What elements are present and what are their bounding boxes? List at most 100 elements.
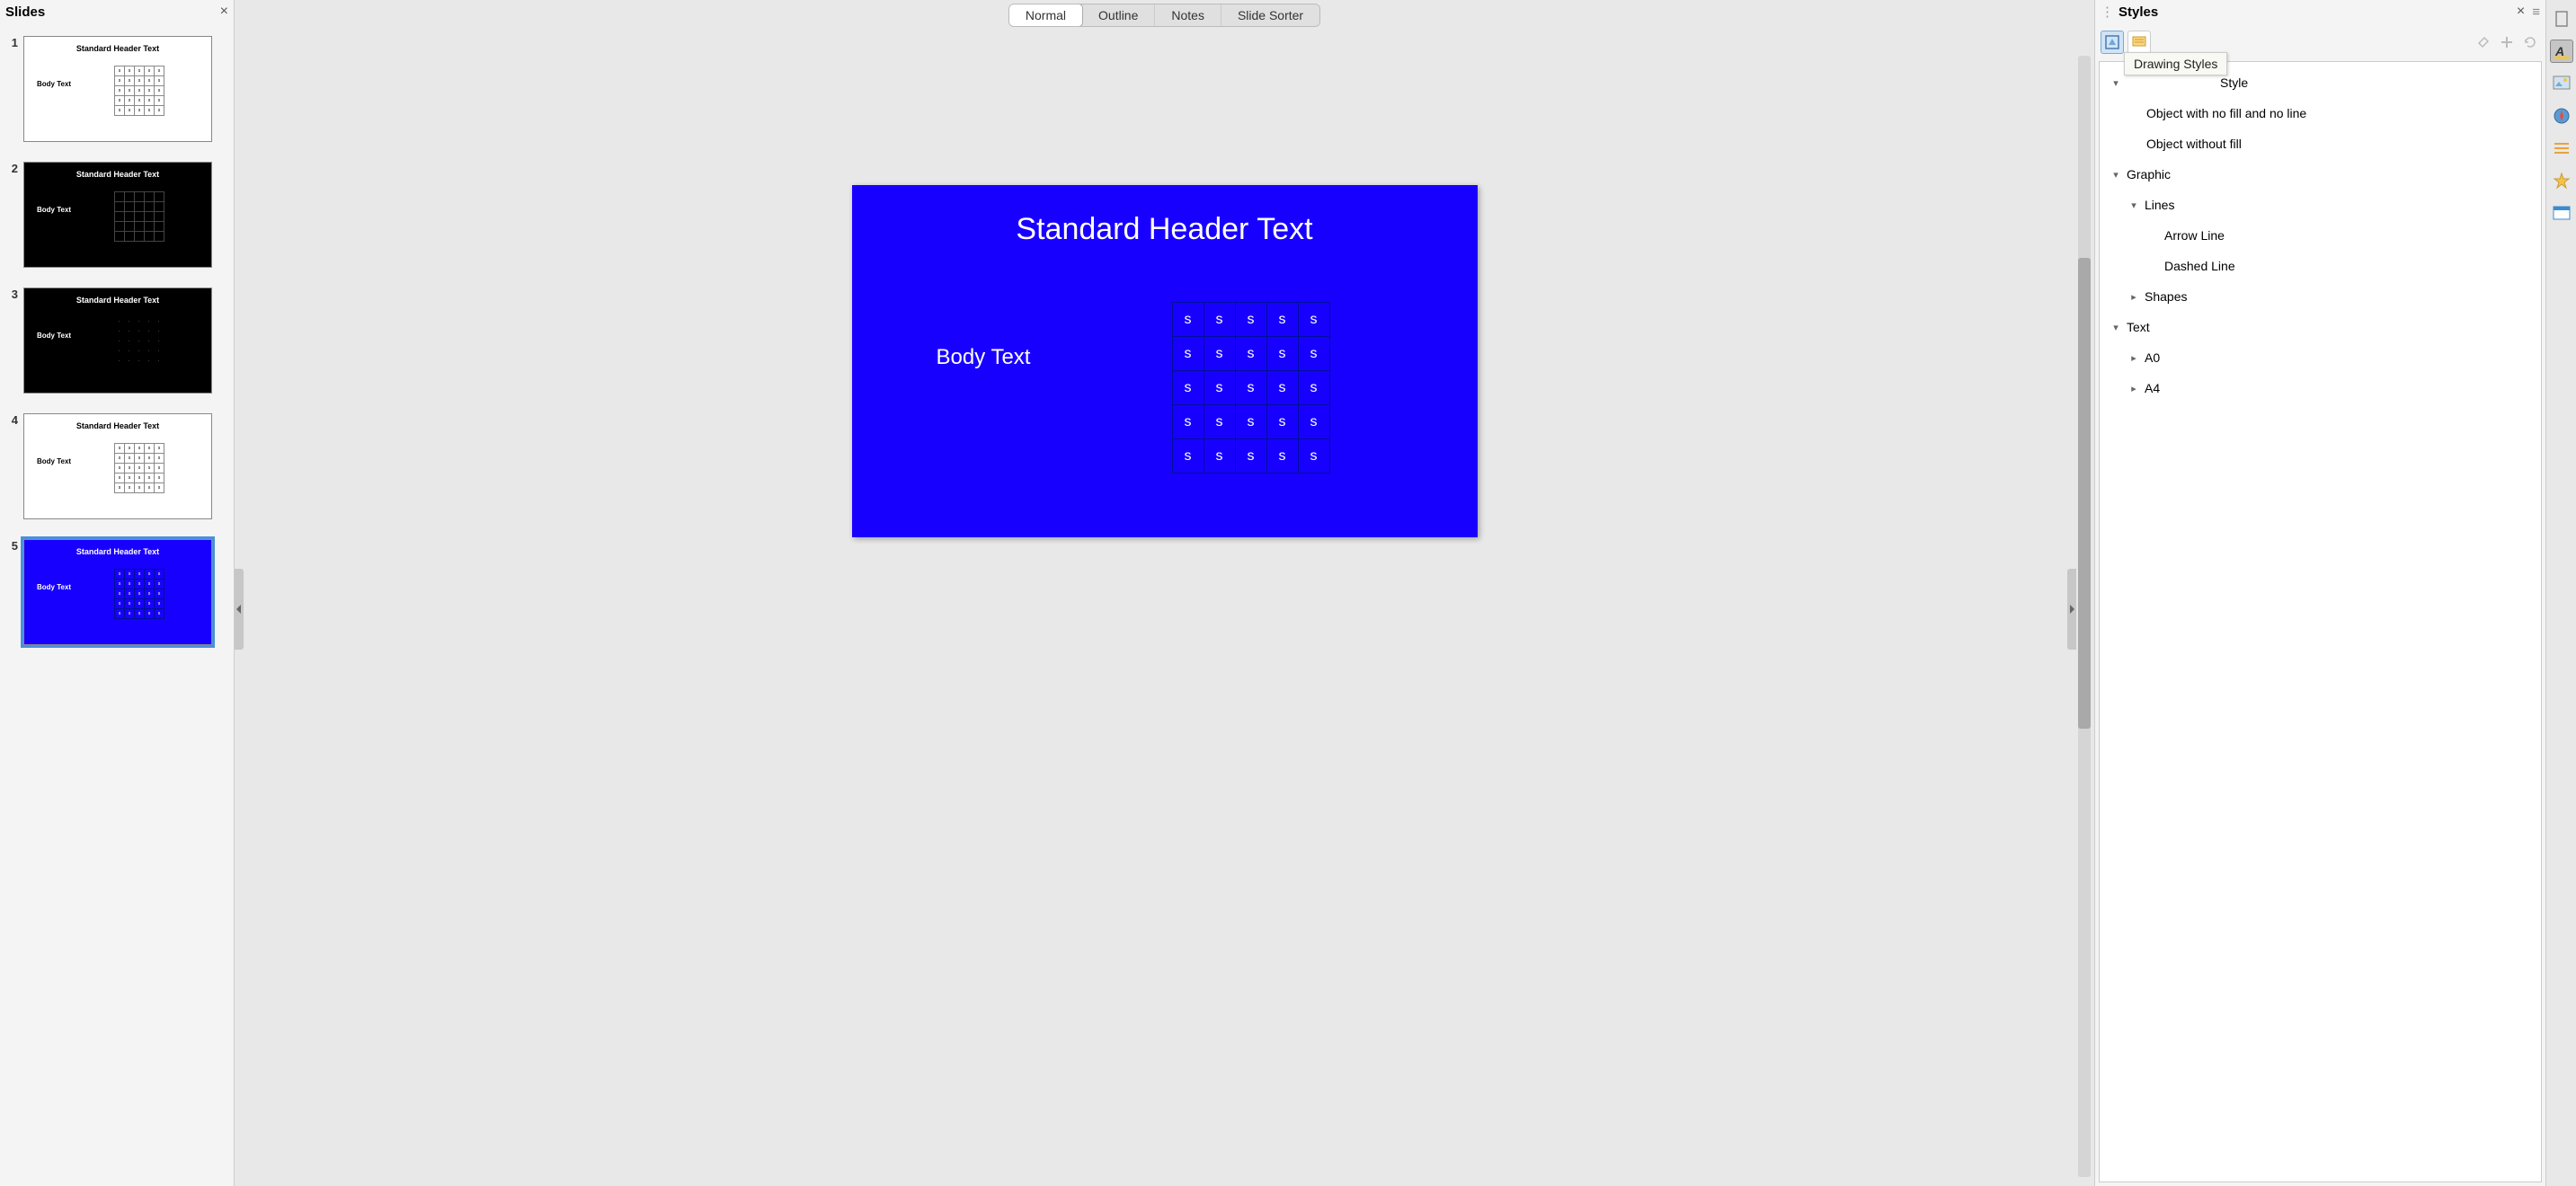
sidebar-gallery-button[interactable]	[2550, 72, 2573, 95]
styles-panel-close-button[interactable]: ×	[2517, 4, 2525, 20]
styles-icon: A	[2553, 42, 2571, 60]
presentation-styles-button[interactable]	[2127, 31, 2151, 54]
table-cell[interactable]: s	[1204, 371, 1235, 405]
tab-slide-sorter[interactable]: Slide Sorter	[1221, 4, 1319, 26]
sidebar-slide-transition-button[interactable]	[2550, 137, 2573, 160]
slide-thumbnail[interactable]: 2Standard Header TextBody Text	[4, 162, 225, 268]
tab-normal[interactable]: Normal	[1008, 4, 1083, 27]
tree-item-object-nofill[interactable]: Object without fill	[2100, 128, 2541, 159]
table-cell[interactable]: s	[1298, 405, 1329, 439]
table-cell[interactable]: s	[1172, 371, 1204, 405]
scrollbar-thumb[interactable]	[2078, 258, 2091, 729]
thumb-header: Standard Header Text	[24, 170, 211, 179]
thumb-body: Body Text	[37, 206, 71, 214]
star-icon	[2553, 172, 2571, 190]
main-slide[interactable]: Standard Header Text Body Text sssssssss…	[852, 185, 1478, 537]
table-cell[interactable]: s	[1235, 439, 1266, 474]
tree-item-graphic[interactable]: ▾ Graphic	[2100, 159, 2541, 190]
tree-item-dashed-line[interactable]: Dashed Line	[2100, 251, 2541, 281]
table-cell[interactable]: s	[1235, 371, 1266, 405]
slide-thumbnail[interactable]: 4Standard Header TextBody Textssssssssss…	[4, 413, 225, 519]
sidebar-properties-button[interactable]	[2550, 7, 2573, 31]
chevron-down-icon[interactable]: ▾	[2109, 322, 2123, 333]
slide-thumb-content[interactable]: Standard Header Text Body Text	[23, 162, 212, 268]
table-cell[interactable]: s	[1266, 439, 1298, 474]
splitter-right[interactable]	[2067, 569, 2076, 650]
tab-outline[interactable]: Outline	[1082, 4, 1155, 26]
table-cell[interactable]: s	[1266, 303, 1298, 337]
fill-format-mode-button[interactable]	[2474, 32, 2493, 52]
slide-thumb-content[interactable]: Standard Header TextBody Textsssssssssss…	[23, 539, 212, 645]
chevron-right-icon[interactable]: ▸	[2127, 291, 2141, 303]
table-cell[interactable]: s	[1204, 405, 1235, 439]
table-cell[interactable]: s	[1235, 337, 1266, 371]
table-cell[interactable]: s	[1172, 405, 1204, 439]
slides-list[interactable]: 1Standard Header TextBody Textssssssssss…	[0, 23, 234, 1186]
slide-table[interactable]: sssssssssssssssssssssssss	[1172, 302, 1330, 474]
table-cell[interactable]: s	[1266, 405, 1298, 439]
slides-panel-title: Slides	[5, 4, 45, 20]
styles-panel-menu-button[interactable]: ≡	[2532, 4, 2540, 20]
slide-thumbnail[interactable]: 5Standard Header TextBody Textssssssssss…	[4, 539, 225, 645]
sidebar-master-slides-button[interactable]	[2550, 201, 2573, 225]
slide-number: 4	[4, 413, 23, 519]
tab-notes[interactable]: Notes	[1155, 4, 1221, 26]
slides-panel-header: Slides ×	[0, 0, 234, 23]
tree-item-lines[interactable]: ▾ Lines	[2100, 190, 2541, 220]
slide-thumb-content[interactable]: Standard Header TextBody Text···········…	[23, 288, 212, 394]
chevron-down-icon[interactable]: ▾	[2109, 77, 2123, 89]
drag-handle-icon[interactable]: ⋮	[2101, 4, 2113, 20]
sidebar-styles-button[interactable]: A	[2550, 40, 2573, 63]
slides-panel-close-button[interactable]: ×	[220, 4, 228, 20]
tree-item-a4[interactable]: ▸ A4	[2100, 373, 2541, 403]
tree-item-shapes[interactable]: ▸ Shapes	[2100, 281, 2541, 312]
sidebar-tabs: A	[2545, 0, 2576, 1186]
new-style-button[interactable]	[2497, 32, 2517, 52]
thumb-header: Standard Header Text	[24, 421, 211, 430]
table-cell[interactable]: s	[1298, 439, 1329, 474]
canvas-area[interactable]: Standard Header Text Body Text sssssssss…	[235, 32, 2094, 1186]
chevron-down-icon[interactable]: ▾	[2127, 199, 2141, 211]
chevron-down-icon[interactable]: ▾	[2109, 169, 2123, 181]
table-cell[interactable]: s	[1172, 303, 1204, 337]
drawing-styles-icon	[2104, 34, 2120, 50]
gallery-icon	[2553, 75, 2571, 92]
table-cell[interactable]: s	[1235, 405, 1266, 439]
slide-body-text[interactable]: Body Text	[937, 345, 1031, 370]
table-cell[interactable]: s	[1172, 337, 1204, 371]
table-cell[interactable]: s	[1266, 337, 1298, 371]
table-cell[interactable]: s	[1204, 303, 1235, 337]
view-tab-group: Normal Outline Notes Slide Sorter	[1008, 4, 1320, 27]
slide-thumb-content[interactable]: Standard Header TextBody Textsssssssssss…	[23, 36, 212, 142]
tree-item-object-nofill-noline[interactable]: Object with no fill and no line	[2100, 98, 2541, 128]
table-cell[interactable]: s	[1172, 439, 1204, 474]
tree-item-default-style[interactable]: ▾ Style	[2100, 67, 2541, 98]
view-tabs: Normal Outline Notes Slide Sorter	[235, 0, 2094, 32]
tree-item-a0[interactable]: ▸ A0	[2100, 342, 2541, 373]
table-cell[interactable]: s	[1204, 337, 1235, 371]
sidebar-animation-button[interactable]	[2550, 169, 2573, 192]
styles-tree[interactable]: ▾ Style Object with no fill and no line …	[2099, 61, 2542, 1182]
tree-item-arrow-line[interactable]: Arrow Line	[2100, 220, 2541, 251]
splitter-left[interactable]	[235, 569, 244, 650]
sidebar-navigator-button[interactable]	[2550, 104, 2573, 128]
slide-header-text[interactable]: Standard Header Text	[852, 212, 1478, 247]
update-style-button[interactable]	[2520, 32, 2540, 52]
slide-number: 1	[4, 36, 23, 142]
slide-thumbnail[interactable]: 1Standard Header TextBody Textssssssssss…	[4, 36, 225, 142]
thumb-body: Body Text	[37, 457, 71, 465]
chevron-right-icon[interactable]: ▸	[2127, 383, 2141, 394]
chevron-right-icon[interactable]: ▸	[2127, 352, 2141, 364]
tree-item-text[interactable]: ▾ Text	[2100, 312, 2541, 342]
table-cell[interactable]: s	[1298, 337, 1329, 371]
slide-thumbnail[interactable]: 3Standard Header TextBody Text··········…	[4, 288, 225, 394]
table-cell[interactable]: s	[1235, 303, 1266, 337]
table-cell[interactable]: s	[1298, 371, 1329, 405]
slide-thumb-content[interactable]: Standard Header TextBody Textsssssssssss…	[23, 413, 212, 519]
drawing-styles-button[interactable]	[2101, 31, 2124, 54]
presentation-styles-icon	[2131, 34, 2147, 50]
table-cell[interactable]: s	[1204, 439, 1235, 474]
table-cell[interactable]: s	[1266, 371, 1298, 405]
vertical-scrollbar[interactable]	[2078, 56, 2091, 1177]
table-cell[interactable]: s	[1298, 303, 1329, 337]
